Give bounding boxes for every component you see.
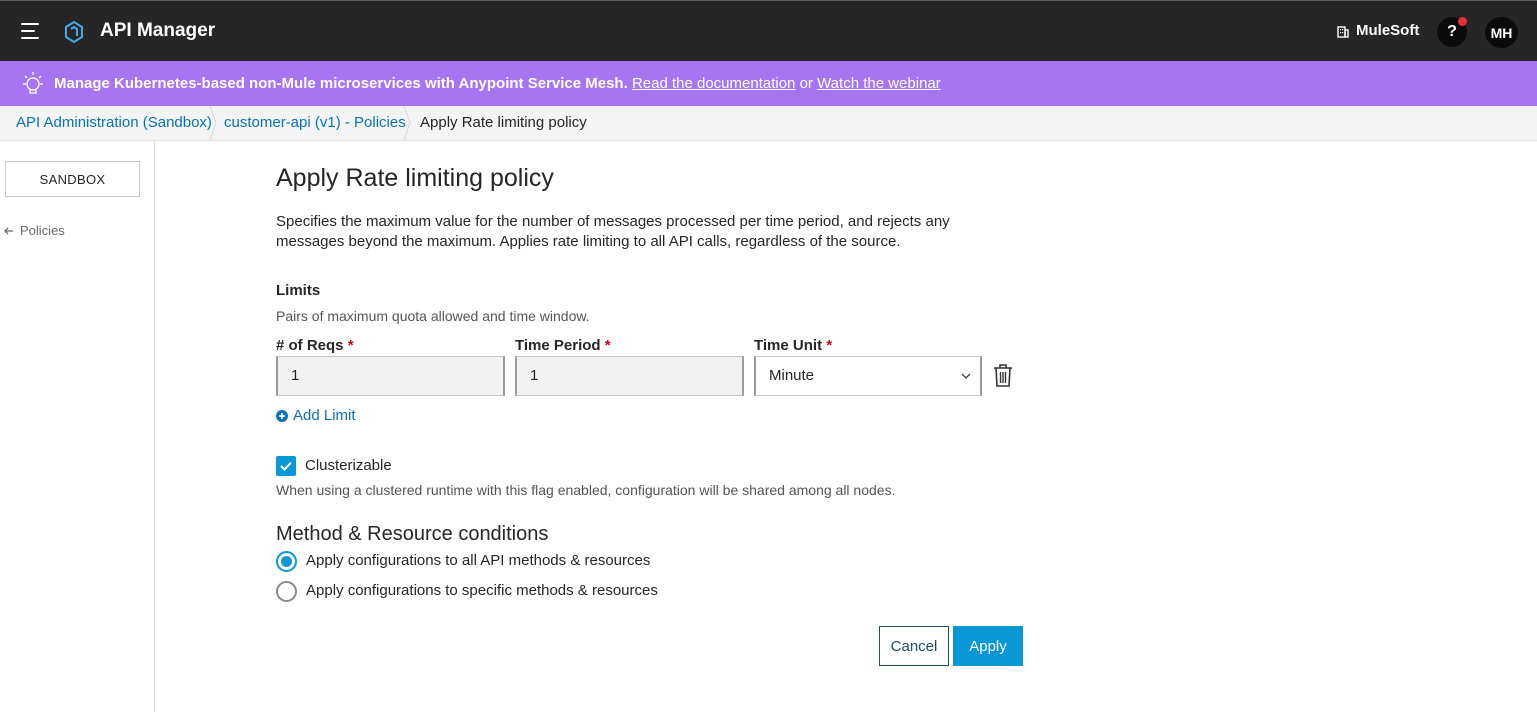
radio-all-methods[interactable] — [276, 551, 297, 572]
read-docs-link[interactable]: Read the documentation — [632, 75, 795, 92]
top-bar: API Manager MuleSoft ? MH — [0, 0, 1537, 61]
reqs-label: # of Reqs * — [276, 337, 354, 354]
back-label: Policies — [20, 223, 65, 238]
apply-button[interactable]: Apply — [953, 626, 1023, 666]
sidebar: SANDBOX Policies — [0, 141, 155, 712]
breadcrumb-separator — [209, 106, 217, 140]
time-unit-value: Minute — [769, 367, 815, 384]
breadcrumb: API Administration (Sandbox) customer-ap… — [0, 106, 1537, 141]
add-limit-button[interactable]: Add Limit — [276, 407, 356, 424]
radio-specific-methods-label: Apply configurations to specific methods… — [306, 582, 658, 599]
chevron-down-icon — [961, 373, 971, 379]
limits-heading: Limits — [276, 282, 321, 299]
radio-specific-methods[interactable] — [276, 581, 297, 602]
api-manager-logo-icon — [65, 20, 83, 44]
building-icon — [1337, 25, 1349, 38]
time-period-input[interactable]: 1 — [515, 356, 744, 396]
org-switcher[interactable]: MuleSoft — [1336, 22, 1419, 39]
breadcrumb-current: Apply Rate limiting policy — [420, 114, 587, 131]
notification-dot — [1458, 17, 1467, 26]
unit-label-text: Time Unit — [754, 337, 823, 354]
conditions-heading: Method & Resource conditions — [276, 523, 549, 545]
breadcrumb-policies[interactable]: customer-api (v1) - Policies — [224, 106, 406, 140]
clusterizable-hint: When using a clustered runtime with this… — [276, 482, 896, 498]
plus-circle-icon — [276, 409, 288, 422]
banner-text: Manage Kubernetes-based non-Mule microse… — [54, 75, 941, 92]
breadcrumb-api-administration[interactable]: API Administration (Sandbox) — [16, 106, 212, 140]
reqs-label-text: # of Reqs — [276, 337, 344, 354]
unit-label: Time Unit * — [754, 337, 832, 354]
required-mark: * — [826, 337, 833, 354]
period-label: Time Period * — [515, 337, 611, 354]
arrow-left-icon — [4, 227, 13, 234]
radio-all-methods-label: Apply configurations to all API methods … — [306, 552, 651, 569]
reqs-input[interactable]: 1 — [276, 356, 505, 396]
policy-description: Specifies the maximum value for the numb… — [276, 213, 950, 250]
required-mark: * — [347, 337, 354, 354]
org-name: MuleSoft — [1356, 22, 1420, 39]
lightbulb-icon — [23, 72, 43, 94]
period-label-text: Time Period — [515, 337, 601, 354]
app-title: API Manager — [100, 20, 216, 41]
checkmark-icon — [280, 461, 292, 471]
banner-connector: or — [799, 75, 813, 92]
announcement-banner: Manage Kubernetes-based non-Mule microse… — [0, 61, 1537, 106]
time-unit-select[interactable]: Minute — [754, 356, 982, 396]
breadcrumb-separator — [403, 106, 411, 140]
environment-button[interactable]: SANDBOX — [5, 161, 140, 197]
trash-icon[interactable] — [992, 363, 1014, 388]
back-to-policies-link[interactable]: Policies — [4, 223, 65, 238]
banner-message: Manage Kubernetes-based non-Mule microse… — [54, 75, 628, 92]
user-avatar[interactable]: MH — [1485, 17, 1518, 48]
watch-webinar-link[interactable]: Watch the webinar — [817, 75, 941, 92]
cancel-button[interactable]: Cancel — [879, 626, 949, 666]
required-mark: * — [604, 337, 611, 354]
menu-icon[interactable] — [21, 23, 39, 39]
limits-subtitle: Pairs of maximum quota allowed and time … — [276, 308, 590, 324]
add-limit-label: Add Limit — [293, 407, 356, 424]
clusterizable-label: Clusterizable — [305, 457, 392, 474]
page-title: Apply Rate limiting policy — [276, 164, 554, 192]
clusterizable-checkbox[interactable] — [276, 456, 296, 476]
